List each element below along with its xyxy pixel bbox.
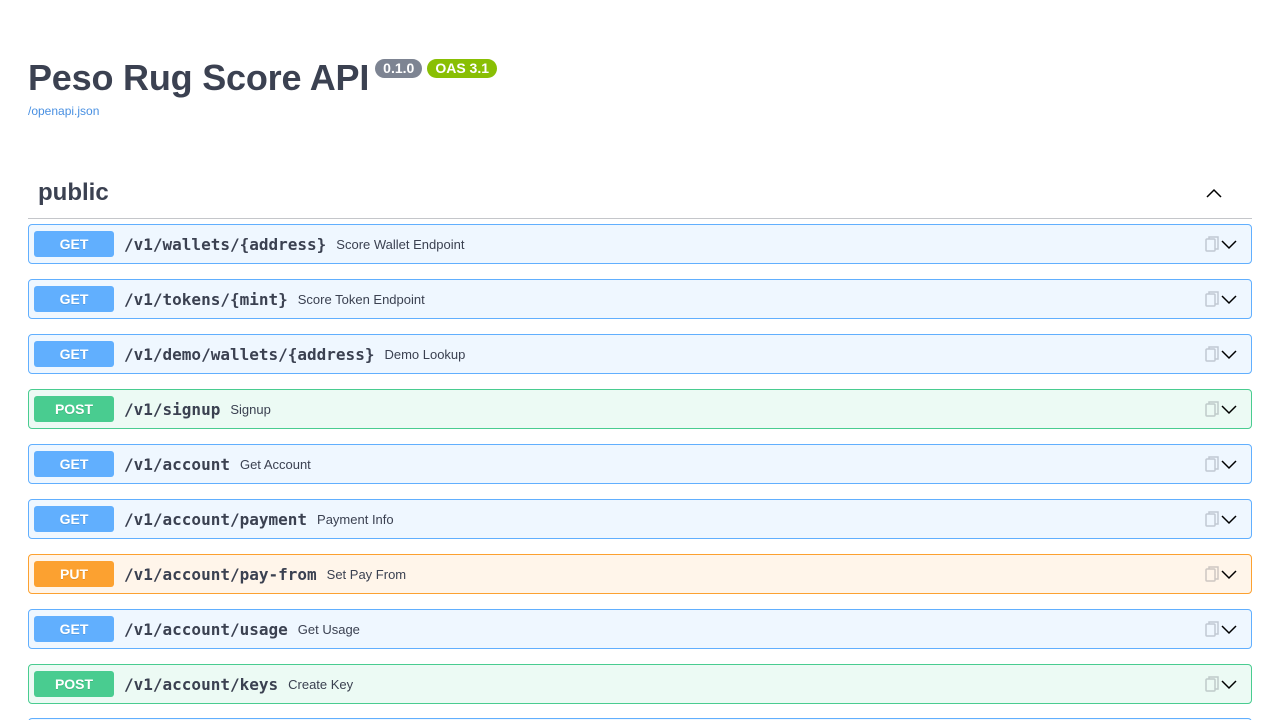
operation-controls xyxy=(1205,287,1241,311)
operation-controls xyxy=(1205,397,1241,421)
operation-summary: Set Pay From xyxy=(326,566,407,582)
method-badge: POST xyxy=(34,671,114,697)
tag-header[interactable]: public xyxy=(28,168,1252,219)
chevron-down-icon[interactable] xyxy=(1217,672,1241,696)
page-title: Peso Rug Score API xyxy=(28,57,370,98)
copy-icon[interactable] xyxy=(1205,620,1219,638)
operation-controls xyxy=(1205,342,1241,366)
method-badge: POST xyxy=(34,396,114,422)
method-badge: GET xyxy=(34,231,114,257)
operation-summary: Get Account xyxy=(239,456,311,472)
operation-row[interactable]: GET/v1/wallets/{address} Score Wallet End… xyxy=(28,224,1252,264)
method-badge: GET xyxy=(34,341,114,367)
method-badge: PUT xyxy=(34,561,114,587)
operation-row[interactable]: GET/v1/tokens/{mint} Score Token Endpoint xyxy=(28,279,1252,319)
operation-path: /v1/signup xyxy=(124,399,221,419)
operation-row[interactable]: POST/v1/account/keys Create Key xyxy=(28,664,1252,704)
copy-icon[interactable] xyxy=(1205,400,1219,418)
oas-badge: OAS 3.1 xyxy=(427,59,498,78)
operation-row[interactable]: GET/v1/account/payment Payment Info xyxy=(28,499,1252,539)
chevron-down-icon[interactable] xyxy=(1217,287,1241,311)
collapse-tag-button[interactable] xyxy=(1202,181,1226,205)
operation-path: /v1/account/keys xyxy=(124,674,279,694)
operation-controls xyxy=(1205,672,1241,696)
operation-row[interactable]: GET/v1/account Get Account xyxy=(28,444,1252,484)
copy-icon[interactable] xyxy=(1205,565,1219,583)
chevron-down-icon[interactable] xyxy=(1217,232,1241,256)
operation-controls xyxy=(1205,232,1241,256)
chevron-down-icon[interactable] xyxy=(1217,342,1241,366)
chevron-down-icon[interactable] xyxy=(1217,562,1241,586)
operation-path: /v1/account xyxy=(124,454,230,474)
operations-list: GET/v1/wallets/{address} Score Wallet End… xyxy=(28,224,1252,704)
chevron-down-icon[interactable] xyxy=(1217,507,1241,531)
method-badge: GET xyxy=(34,286,114,312)
operation-path: /v1/account/pay-from xyxy=(124,564,317,584)
operation-summary: Get Usage xyxy=(297,621,360,637)
openapi-json-link[interactable]: /openapi.json xyxy=(28,104,497,118)
operation-path: /v1/wallets/{address} xyxy=(124,234,327,254)
chevron-down-icon[interactable] xyxy=(1217,452,1241,476)
operation-path: /v1/tokens/{mint} xyxy=(124,289,288,309)
operation-controls xyxy=(1205,617,1241,641)
operation-row[interactable]: POST/v1/signup Signup xyxy=(28,389,1252,429)
operation-summary: Payment Info xyxy=(317,511,394,527)
operation-summary: Score Wallet Endpoint xyxy=(336,236,465,252)
tag-name: public xyxy=(38,179,109,206)
title-row: Peso Rug Score API 0.1.0 OAS 3.1 xyxy=(28,56,498,100)
operation-controls xyxy=(1205,562,1241,586)
operation-row[interactable]: GET/v1/demo/wallets/{address} Demo Lookup xyxy=(28,334,1252,374)
operation-row[interactable]: PUT/v1/account/pay-from Set Pay From xyxy=(28,554,1252,594)
copy-icon[interactable] xyxy=(1205,510,1219,528)
version-badge: 0.1.0 xyxy=(375,59,423,78)
operation-summary: Score Token Endpoint xyxy=(297,291,425,307)
operation-summary: Signup xyxy=(230,401,271,417)
operation-summary: Create Key xyxy=(288,676,354,692)
copy-icon[interactable] xyxy=(1205,675,1219,693)
operation-path: /v1/demo/wallets/{address} xyxy=(124,344,375,364)
operation-controls xyxy=(1205,507,1241,531)
operation-controls xyxy=(1205,452,1241,476)
copy-icon[interactable] xyxy=(1205,290,1219,308)
copy-icon[interactable] xyxy=(1205,455,1219,473)
operation-path: /v1/account/payment xyxy=(124,509,308,529)
method-badge: GET xyxy=(34,506,114,532)
chevron-down-icon[interactable] xyxy=(1217,397,1241,421)
api-info: Peso Rug Score API 0.1.0 OAS 3.1 /openap… xyxy=(28,56,498,118)
operation-row[interactable]: GET/v1/account/usage Get Usage xyxy=(28,609,1252,649)
operation-path: /v1/account/usage xyxy=(124,619,288,639)
chevron-up-icon xyxy=(1206,188,1222,198)
method-badge: GET xyxy=(34,451,114,477)
operation-summary: Demo Lookup xyxy=(384,346,466,362)
chevron-down-icon[interactable] xyxy=(1217,617,1241,641)
tag-section-public: public GET/v1/wallets/{address} Score Wal… xyxy=(28,168,1252,719)
method-badge: GET xyxy=(34,616,114,642)
copy-icon[interactable] xyxy=(1205,345,1219,363)
copy-icon[interactable] xyxy=(1205,235,1219,253)
